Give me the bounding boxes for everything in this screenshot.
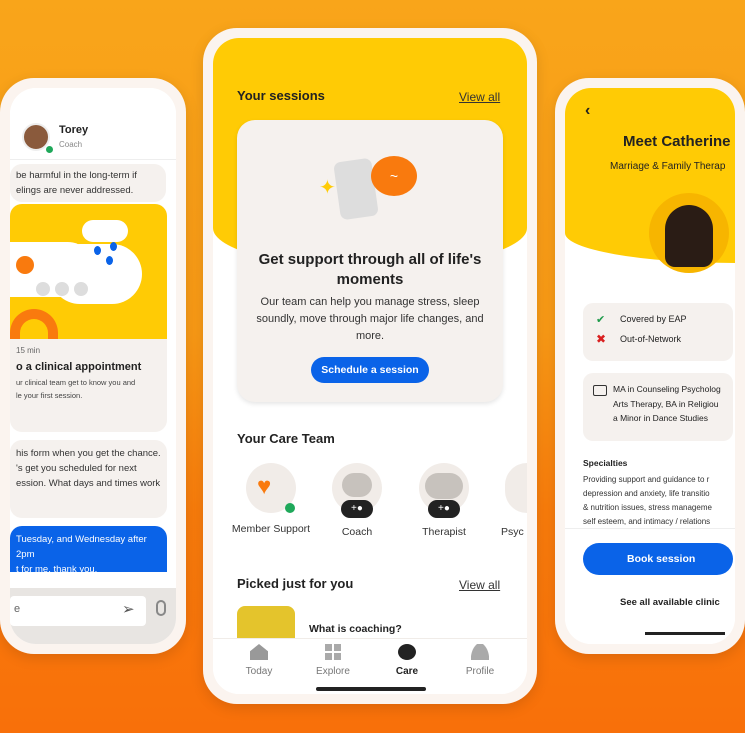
grid-icon [325,644,341,660]
profile-phone: ‹ Meet Catherine Marriage & Family Thera… [555,78,745,654]
profile-subtitle: Marriage & Family Therap [610,161,726,172]
covered-label: Covered by EAP [620,314,687,324]
add-person-icon[interactable]: +● [428,500,460,518]
chat-message: be harmful in the long-term if elings ar… [10,164,166,202]
card-duration: 15 min [16,346,41,355]
nav-label: Profile [465,666,495,677]
card-description: ur clinical team get to know you and le … [16,378,136,400]
check-icon: ✔ [596,314,606,326]
nav-label: Explore [316,666,350,677]
care-team-label: Coach [341,526,373,538]
support-title: Get support through all of life's moment… [258,251,482,288]
heart-icon [16,256,34,274]
microphone-icon[interactable] [156,600,166,616]
care-team-label: Therapist [422,526,466,538]
therapist-placeholder-icon [425,473,463,499]
book-session-button[interactable]: Book session [583,543,733,575]
education-text: MA in Counseling Psycholog Arts Therapy,… [613,384,721,423]
user-message: Tuesday, and Wednesday after 2pm t for m… [10,526,167,575]
chat-header: Torey Coach [10,88,176,160]
composer: e ➢ [10,588,176,644]
support-description: Our team can help you manage stress, sle… [256,296,484,342]
bottom-nav: Today Explore Care Profile [213,638,527,694]
care-team-label: Member Support [231,523,311,535]
specialties-text: Providing support and guidance to r depr… [583,475,712,526]
profile-title: Meet Catherine [623,133,731,150]
x-icon: ✖ [596,332,607,346]
care-team-label: Psyc [501,526,524,538]
home-icon [250,644,268,660]
book-icon [593,385,607,396]
card-illustration [10,204,167,339]
support-card: ~ ✦ Get support through all of life's mo… [237,120,503,402]
schedule-session-button[interactable]: Schedule a session [311,357,429,383]
chat-phone: Torey Coach be harmful in the long-term … [0,78,186,654]
sparkle-icon: ✦ [319,177,336,199]
back-icon[interactable]: ‹ [585,102,590,120]
contact-name: Torey [59,124,89,136]
home-screen: Your sessions View all ~ ✦ Get support t… [213,38,527,694]
online-status-icon [285,503,295,513]
appointment-card[interactable]: 15 min o a clinical appointment ur clini… [10,204,167,432]
education-card: MA in Counseling Psycholog Arts Therapy,… [583,373,733,441]
nav-today[interactable]: Today [229,644,289,677]
nav-label: Today [245,666,273,677]
chat-screen: Torey Coach be harmful in the long-term … [10,88,176,644]
coverage-card: ✔ Covered by EAP ✖ Out-of-Network [583,303,733,361]
nav-care[interactable]: Care [377,644,437,677]
profile-screen: ‹ Meet Catherine Marriage & Family Thera… [565,88,735,644]
person-icon [471,644,489,660]
heart-icon: ♥ [257,473,272,500]
picked-view-all-link[interactable]: View all [459,578,500,592]
out-network-label: Out-of-Network [620,334,682,344]
add-person-icon[interactable]: +● [341,500,373,518]
chat-message: his form when you get the chance. 's get… [10,440,167,518]
care-team-title: Your Care Team [237,431,335,446]
picked-item-title[interactable]: What is coaching? [309,623,402,635]
coaching-thumbnail[interactable] [237,606,295,638]
coach-placeholder-icon [342,473,372,497]
send-icon[interactable]: ➢ [122,600,135,618]
see-all-clinicians-link[interactable]: See all available clinic [620,597,720,608]
nav-profile[interactable]: Profile [450,644,510,677]
therapist-avatar [649,193,729,273]
chat-icon [398,644,416,660]
home-indicator [645,632,725,635]
sessions-view-all-link[interactable]: View all [459,90,500,104]
specialties-title: Specialties [583,458,628,468]
picked-title: Picked just for you [237,576,354,591]
chat-bubble-icon: ~ [371,156,417,196]
card-title: o a clinical appointment [16,361,142,373]
nav-explore[interactable]: Explore [303,644,363,677]
contact-role: Coach [59,140,83,149]
cloud-icon [82,220,128,242]
online-status-icon [46,146,53,153]
sessions-title: Your sessions [237,88,325,103]
home-indicator [316,687,426,691]
nav-label: Care [395,666,419,677]
home-phone: Your sessions View all ~ ✦ Get support t… [203,28,537,704]
